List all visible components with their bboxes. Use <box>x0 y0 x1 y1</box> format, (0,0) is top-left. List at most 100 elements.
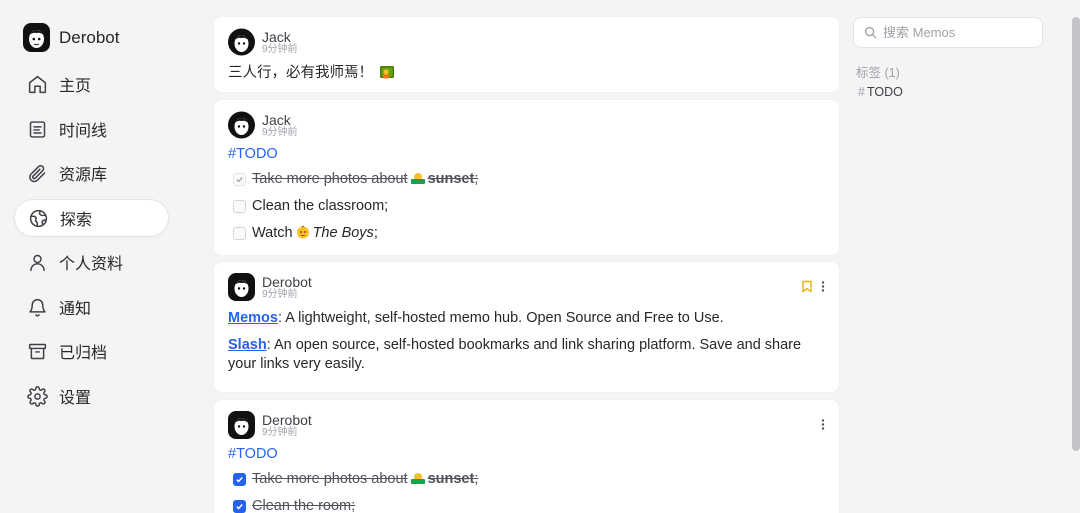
avatar[interactable] <box>228 28 255 56</box>
search-icon <box>864 26 877 39</box>
sunset-emoji-icon <box>410 473 425 484</box>
link-slash[interactable]: Slash <box>228 337 267 353</box>
search-input[interactable] <box>883 25 1033 40</box>
search-box[interactable] <box>853 17 1043 48</box>
task-item: Watch The Boys; <box>228 220 825 247</box>
avatar[interactable] <box>228 411 255 439</box>
memo-card: Jack 9分钟前 三人行，必有我师焉！ <box>214 17 839 92</box>
task-text-italic: The Boys <box>312 225 374 241</box>
nav-item-profile[interactable]: 个人资料 <box>14 243 169 281</box>
memo-paragraph: Memos: A lightweight, self-hosted memo h… <box>228 309 825 328</box>
memo-header: Jack 9分钟前 <box>228 111 298 139</box>
memo-timestamp: 9分钟前 <box>262 288 298 300</box>
nav-label-home: 主页 <box>59 78 92 95</box>
link-description: : A lightweight, self-hosted memo hub. O… <box>277 310 724 326</box>
memo-header: Derobot 9分钟前 <box>228 411 312 439</box>
memo-author[interactable]: Jack <box>262 30 298 44</box>
task-text-bold: sunset <box>427 171 475 187</box>
task-text-suffix: ; <box>373 225 378 241</box>
bell-icon <box>29 298 46 316</box>
memo-content: #TODO Take more photos about sunset; Clea… <box>228 145 825 247</box>
nav-label-archived: 已归档 <box>59 345 108 362</box>
task-item: Take more photos about sunset; <box>228 466 825 493</box>
nav-item-resources[interactable]: 资源库 <box>14 154 169 192</box>
memo-content: 三人行，必有我师焉！ <box>228 64 825 83</box>
nav-label-notifications: 通知 <box>59 301 92 318</box>
baby-emoji-icon <box>296 225 309 239</box>
brand[interactable]: Derobot <box>23 23 119 52</box>
avatar[interactable] <box>228 273 255 301</box>
bookmark-icon[interactable] <box>801 280 813 293</box>
hash-icon: # <box>858 85 865 99</box>
user-icon <box>30 254 45 271</box>
memo-header: Derobot 9分钟前 <box>228 273 312 301</box>
memo-author[interactable]: Derobot <box>262 275 312 289</box>
sunset-emoji-icon <box>410 173 425 184</box>
task-text: Clean the room; <box>252 498 356 513</box>
memo-paragraph: Slash: An open source, self-hosted bookm… <box>228 336 825 374</box>
task-text-bold: sunset <box>427 471 475 487</box>
task-text-main: Take more photos about <box>252 471 408 487</box>
paperclip-icon <box>29 164 46 182</box>
memo-actions <box>821 418 825 431</box>
tag-label: TODO <box>866 85 903 99</box>
memo-timestamp: 9分钟前 <box>262 426 298 438</box>
check-icon <box>236 504 243 510</box>
task-item: Clean the room; <box>228 493 825 513</box>
task-text-main: Watch <box>252 225 293 241</box>
task-text-main: Take more photos about <box>252 171 408 187</box>
task-checkbox[interactable] <box>233 500 246 513</box>
nav-label-profile: 个人资料 <box>59 256 124 273</box>
task-checkbox[interactable] <box>233 227 246 240</box>
memo-header: Jack 9分钟前 <box>228 28 298 56</box>
archive-icon <box>28 343 47 359</box>
memo-author[interactable]: Derobot <box>262 413 312 427</box>
nav-item-timeline[interactable]: 时间线 <box>14 110 169 148</box>
more-vertical-icon[interactable] <box>821 418 825 431</box>
gear-icon <box>27 385 48 407</box>
teacher-emoji-icon <box>380 66 395 79</box>
globe-icon <box>29 209 48 227</box>
check-icon <box>236 177 243 183</box>
avatar[interactable] <box>228 111 255 139</box>
memo-author[interactable]: Jack <box>262 113 298 127</box>
memo-card: Derobot 9分钟前 Memos: A lightweight, self-… <box>214 262 839 392</box>
task-item: Take more photos about sunset; <box>228 166 825 193</box>
scrollbar[interactable] <box>1072 17 1080 451</box>
task-item: Clean the classroom; <box>228 193 825 220</box>
memo-content: Memos: A lightweight, self-hosted memo h… <box>228 309 825 374</box>
nav-item-explore[interactable]: 探索 <box>14 199 169 237</box>
home-icon <box>28 75 47 93</box>
memo-actions <box>801 280 825 293</box>
nav-label-explore: 探索 <box>60 212 93 229</box>
memo-card: Derobot 9分钟前 #TODO Take more photos abou… <box>214 400 839 513</box>
avatar <box>23 23 50 52</box>
memo-card: Jack 9分钟前 #TODO Take more photos about su… <box>214 100 839 255</box>
nav-item-archived[interactable]: 已归档 <box>14 332 169 370</box>
task-text: Take more photos about sunset; <box>252 470 478 489</box>
task-text: Watch The Boys; <box>252 224 378 243</box>
memo-tag[interactable]: #TODO <box>228 145 825 164</box>
nav-item-home[interactable]: 主页 <box>14 65 169 103</box>
check-icon <box>236 477 243 483</box>
nav-item-notifications[interactable]: 通知 <box>14 288 169 326</box>
task-checkbox[interactable] <box>233 473 246 486</box>
more-vertical-icon[interactable] <box>821 280 825 293</box>
task-text: Take more photos about sunset; <box>252 170 478 189</box>
memo-timestamp: 9分钟前 <box>262 126 298 138</box>
task-text: Clean the classroom; <box>252 198 389 214</box>
memo-text: 三人行，必有我师焉！ <box>228 65 373 81</box>
nav-label-timeline: 时间线 <box>59 123 108 140</box>
memo-timestamp: 9分钟前 <box>262 43 298 55</box>
tag-item-todo[interactable]: # TODO <box>858 85 903 99</box>
nav-item-settings[interactable]: 设置 <box>14 377 169 415</box>
memo-content: #TODO Take more photos about sunset; Clea… <box>228 445 825 513</box>
nav-label-resources: 资源库 <box>59 167 108 184</box>
memo-tag[interactable]: #TODO <box>228 445 825 464</box>
task-checkbox[interactable] <box>233 200 246 213</box>
tags-title: 标签 (1) <box>856 66 900 80</box>
task-checkbox[interactable] <box>233 173 246 186</box>
nav-label-settings: 设置 <box>59 390 92 407</box>
link-memos[interactable]: Memos <box>228 310 278 326</box>
task-text-suffix: ; <box>474 471 479 487</box>
